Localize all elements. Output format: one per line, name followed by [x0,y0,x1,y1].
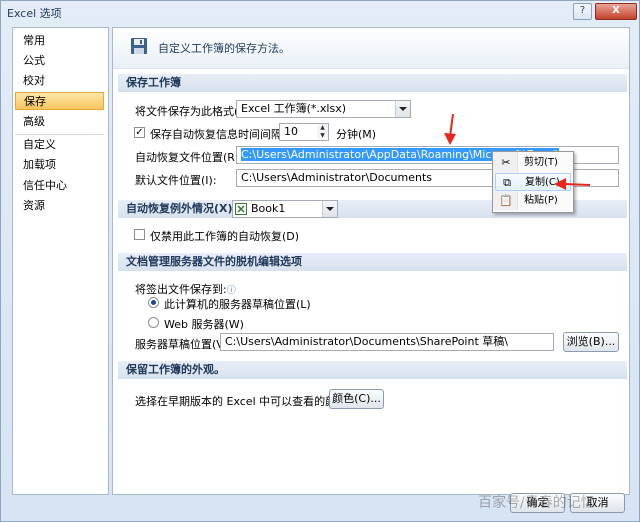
colors-label: 选择在早期版本的 Excel 中可以查看的颜色:ⓘ [135,393,360,409]
radio-local-drafts[interactable] [148,297,159,308]
format-label: 将文件保存为此格式(F): [135,105,253,118]
main-panel: 自定义工作簿的保存方法。 保存工作簿 将文件保存为此格式(F): Excel 工… [112,27,630,495]
sidebar-item-trust-center[interactable]: 信任中心 [15,177,104,195]
help-button[interactable]: ? [573,3,592,20]
panel-header: 自定义工作簿的保存方法。 [113,28,629,69]
chevron-down-icon [322,201,337,217]
chevron-down-icon [395,101,410,117]
window-title: Excel 选项 [7,7,62,20]
paste-icon: 📋 [499,194,513,207]
scissors-icon: ✂ [501,156,511,169]
workbook-dropdown[interactable]: Book1 [232,200,338,218]
section-save-workbook: 保存工作簿 [118,74,627,92]
browse-button[interactable]: 浏览(B)... [563,332,619,352]
radio-local-drafts-label: 此计算机的服务器草稿位置(L) [164,298,311,311]
sidebar-item-addins[interactable]: 加载项 [15,156,104,174]
format-value: Excel 工作簿(*.xlsx) [241,102,347,115]
spin-down-icon[interactable]: ▼ [317,132,328,140]
sidebar-item-customize[interactable]: 自定义 [15,136,104,154]
default-path-label: 默认文件位置(I): [135,174,217,187]
excel-workbook-icon [235,203,247,215]
sidebar-item-proofing[interactable]: 校对 [15,72,104,90]
exceptions-header: 自动恢复例外情况(X): [126,202,237,215]
panel-header-text: 自定义工作簿的保存方法。 [158,42,290,55]
sidebar-item-resources[interactable]: 资源 [15,197,104,215]
section-appearance: 保留工作簿的外观。 [118,361,627,379]
saveto-label: 将签出文件保存到:ⓘ [135,281,236,297]
drafts-location-input[interactable]: C:\Users\Administrator\Documents\SharePo… [220,333,554,351]
disable-autorecover-label: 仅禁用此工作簿的自动恢复(D) [150,230,300,243]
sidebar-item-save[interactable]: 保存 [15,92,104,110]
disable-autorecover-checkbox[interactable] [134,229,145,240]
autorecover-label: 保存自动恢复信息时间间隔(A) [150,128,299,141]
autorecover-path-label: 自动恢复文件位置(R): [135,151,243,164]
copy-icon: ⧉ [503,176,511,189]
excel-options-window: Excel 选项 ? X 常用 公式 校对 保存 高级 自定义 加载项 信任中心… [0,0,640,522]
autorecover-checkbox[interactable]: ✓ [134,127,145,138]
annotation-arrow-down-icon [444,113,456,145]
colors-button[interactable]: 颜色(C)... [329,389,384,409]
sidebar-divider [15,134,104,135]
close-button[interactable]: X [595,3,637,20]
radio-web-server[interactable] [148,317,159,328]
menu-item-cut-label: 剪切(T) [524,157,558,168]
annotation-arrow-left-icon [554,178,591,190]
workbook-value: Book1 [251,202,286,215]
section-offline-editing: 文档管理服务器文件的脱机编辑选项 [118,253,627,271]
sidebar-item-formulas[interactable]: 公式 [15,52,104,70]
menu-item-paste-label: 粘贴(P) [524,195,558,206]
minutes-label: 分钟(M) [336,128,377,141]
colors-label-text: 选择在早期版本的 Excel 中可以查看的颜色: [135,395,351,408]
info-icon: ⓘ [226,286,236,296]
saveto-label-text: 将签出文件保存到: [135,283,227,296]
watermark: 百家号/青春的记忆 [478,495,595,511]
menu-item-paste[interactable]: 📋 粘贴(P) [495,192,571,210]
format-dropdown[interactable]: Excel 工作簿(*.xlsx) [236,100,411,118]
sidebar: 常用 公式 校对 保存 高级 自定义 加载项 信任中心 资源 [12,27,109,495]
autorecover-minutes-input[interactable]: 10 [279,123,319,141]
drafts-location-label: 服务器草稿位置(V): [135,338,232,351]
title-bar: Excel 选项 ? X [1,1,639,23]
minutes-spinner[interactable]: ▲ ▼ [317,123,329,141]
save-disk-icon [131,38,147,54]
sidebar-item-common[interactable]: 常用 [15,32,104,50]
radio-web-server-label: Web 服务器(W) [164,318,244,331]
menu-item-cut[interactable]: ✂ 剪切(T) [495,154,571,172]
sidebar-item-advanced[interactable]: 高级 [15,113,104,131]
spin-up-icon[interactable]: ▲ [317,124,328,132]
